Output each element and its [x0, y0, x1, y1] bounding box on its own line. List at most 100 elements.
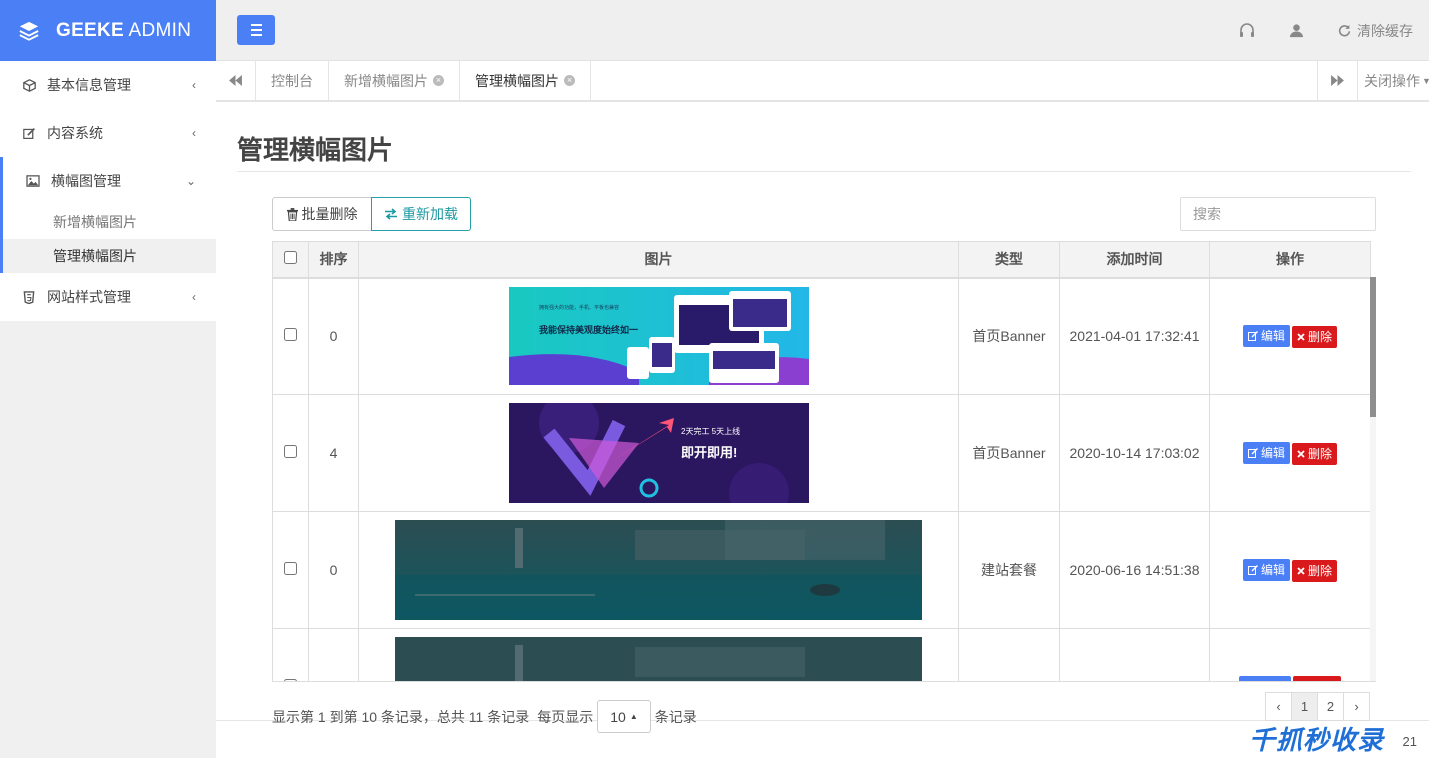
sidebar-item-label: 横幅图管理	[51, 173, 121, 189]
sidebar-subitem-manage-banner[interactable]: 管理横幅图片	[3, 239, 216, 273]
row-select-cell	[272, 277, 309, 395]
ops-cell: 编辑 删除	[1209, 277, 1371, 395]
sidebar-item-content[interactable]: 内容系统 ‹	[0, 109, 216, 157]
row-select-cell	[272, 628, 309, 681]
type-header: 类型	[958, 241, 1060, 279]
refresh-icon	[1338, 24, 1351, 37]
sidebar-item-banner[interactable]: 横幅图管理 ⌄	[0, 157, 216, 205]
search-input[interactable]	[1180, 197, 1376, 231]
banner-submenu: 新增横幅图片 管理横幅图片	[0, 205, 216, 273]
caret-up-icon: ▲	[629, 712, 638, 721]
row-checkbox[interactable]	[284, 562, 297, 575]
page-1-button[interactable]: 1	[1291, 692, 1318, 721]
batch-delete-button[interactable]: 批量删除	[272, 197, 372, 231]
order-header: 排序	[308, 241, 359, 279]
table-header-row: 排序 图片 类型 添加时间 操作	[272, 241, 1371, 279]
close-operations-dropdown[interactable]: 关闭操作▼	[1357, 61, 1429, 100]
row-select-cell	[272, 511, 309, 629]
time-cell: 2021-04-01 17:32:41	[1059, 277, 1210, 395]
edit-button[interactable]: 编辑	[1242, 324, 1290, 347]
order-cell	[308, 628, 359, 681]
time-cell	[1059, 628, 1210, 681]
headset-icon[interactable]	[1239, 23, 1261, 38]
tab-manage-banner[interactable]: 管理横幅图片 ×	[460, 61, 591, 100]
ops-cell: 编辑 删除	[1209, 394, 1371, 512]
delete-button[interactable]: 删除	[1292, 325, 1338, 348]
order-cell: 0	[308, 511, 359, 629]
edit-icon	[1247, 564, 1258, 575]
menu-toggle-button[interactable]	[237, 15, 275, 45]
exchange-icon	[385, 208, 397, 220]
type-cell: 建站套餐	[958, 511, 1060, 629]
watermark-text: 千抓秒收录	[1249, 726, 1385, 756]
table-row: 0 建站套餐 2020-06-16 14:51:38 编辑 删除	[272, 511, 1371, 629]
layers-icon	[19, 21, 39, 41]
chevron-down-icon: ⌄	[185, 174, 196, 188]
edit-button[interactable]: 编辑	[1242, 558, 1290, 581]
chevron-left-icon: ‹	[192, 290, 196, 304]
tab-add-banner[interactable]: 新增横幅图片 ×	[329, 61, 460, 100]
banner-thumbnail[interactable]: 拥有强大的功能，手机、平板也兼容 我能保持美观度始终如一	[508, 287, 809, 386]
edit-button[interactable]	[1239, 676, 1291, 681]
row-checkbox[interactable]	[284, 328, 297, 342]
order-cell: 0	[308, 277, 359, 395]
forward-icon	[1331, 75, 1344, 86]
topbar: 清除缓存	[216, 0, 1429, 61]
clear-cache-button[interactable]: 清除缓存	[1338, 21, 1413, 41]
table-row: 4 2天完工 5天上线 即开即用! 首页Banner 2020-10-14 17…	[272, 394, 1371, 512]
page-2-button[interactable]: 2	[1317, 692, 1344, 721]
time-header: 添加时间	[1059, 241, 1210, 279]
delete-button[interactable]	[1293, 676, 1341, 681]
edit-button[interactable]: 编辑	[1242, 441, 1290, 464]
type-cell	[958, 628, 1060, 681]
page-title: 管理横幅图片	[237, 135, 394, 165]
close-icon	[1297, 566, 1305, 575]
edit-icon	[22, 126, 36, 140]
sidebar-item-basic-info[interactable]: 基本信息管理 ‹	[0, 61, 216, 109]
banner-thumbnail[interactable]	[395, 637, 922, 682]
banner-thumbnail[interactable]	[395, 520, 922, 620]
time-cell: 2020-10-14 17:03:02	[1059, 394, 1210, 512]
image-header: 图片	[358, 241, 959, 279]
edit-icon	[1247, 447, 1258, 458]
table-scrollbar-thumb[interactable]	[1370, 277, 1376, 417]
svg-text:2天完工 5天上线: 2天完工 5天上线	[681, 426, 740, 436]
edit-icon	[1247, 330, 1258, 341]
page-next-button[interactable]: ›	[1343, 692, 1370, 721]
chevron-left-icon: ‹	[192, 78, 196, 92]
close-tab-icon[interactable]: ×	[564, 75, 575, 86]
user-icon[interactable]	[1289, 23, 1310, 38]
type-cell: 首页Banner	[958, 277, 1060, 395]
order-cell: 4	[308, 394, 359, 512]
tab-dashboard[interactable]: 控制台	[256, 61, 329, 100]
banner-thumbnail[interactable]: 2天完工 5天上线 即开即用!	[508, 403, 809, 503]
table-row	[272, 628, 1371, 682]
tabs-scroll-left-button[interactable]	[216, 61, 256, 100]
image-cell: 拥有强大的功能，手机、平板也兼容 我能保持美观度始终如一	[358, 277, 959, 395]
image-cell	[358, 511, 959, 629]
row-checkbox[interactable]	[284, 679, 297, 681]
close-tab-icon[interactable]: ×	[433, 75, 444, 86]
delete-button[interactable]: 删除	[1292, 559, 1338, 582]
row-checkbox[interactable]	[284, 445, 297, 458]
tabs-scroll-right-button[interactable]	[1317, 61, 1357, 100]
trash-icon	[286, 207, 298, 221]
page-prev-button[interactable]: ‹	[1265, 692, 1292, 721]
sidebar-subitem-add-banner[interactable]: 新增横幅图片	[3, 205, 216, 239]
type-cell: 首页Banner	[958, 394, 1060, 512]
time-cell: 2020-06-16 14:51:38	[1059, 511, 1210, 629]
caret-down-icon: ▼	[1422, 76, 1429, 86]
brand-logo[interactable]: GEEKE ADMIN	[0, 0, 216, 61]
html5-icon	[22, 290, 36, 304]
select-all-checkbox[interactable]	[284, 251, 297, 265]
sidebar-menu: 基本信息管理 ‹ 内容系统 ‹ 横幅图管理 ⌄ 新增横幅图片 管理横幅图片 网站…	[0, 61, 216, 321]
sidebar-item-site-style[interactable]: 网站样式管理 ‹	[0, 273, 216, 321]
reload-button[interactable]: 重新加载	[371, 197, 471, 231]
delete-button[interactable]: 删除	[1292, 442, 1338, 465]
ops-cell	[1209, 628, 1371, 681]
image-cell: 2天完工 5天上线 即开即用!	[358, 394, 959, 512]
sidebar-item-label: 基本信息管理	[47, 77, 131, 93]
page-size-select[interactable]: 10 ▲	[597, 700, 651, 733]
pagination-info: 显示第 1 到第 10 条记录，总共 11 条记录 每页显示 10 ▲ 条记录	[272, 700, 697, 733]
ops-cell: 编辑 删除	[1209, 511, 1371, 629]
